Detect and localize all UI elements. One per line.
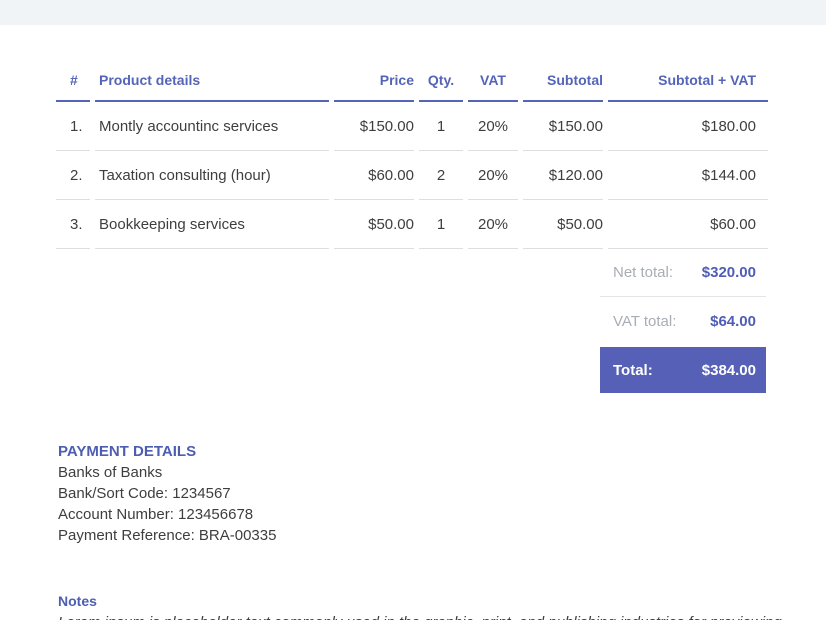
row-price: $150.00 xyxy=(334,102,414,151)
top-accent-bar xyxy=(0,0,826,25)
row-subtotal: $150.00 xyxy=(523,102,603,151)
row-product: Taxation consulting (hour) xyxy=(95,151,329,200)
table-row: 1. Montly accountinc services $150.00 1 … xyxy=(56,102,768,151)
payment-details-section: PAYMENT DETAILS Banks of Banks Bank/Sort… xyxy=(58,442,826,546)
row-subtotal-vat: $180.00 xyxy=(608,102,768,151)
row-qty: 1 xyxy=(419,200,463,249)
row-price: $60.00 xyxy=(334,151,414,200)
net-total-value: $320.00 xyxy=(702,264,756,281)
vat-total-label: VAT total: xyxy=(613,313,676,330)
column-header-price: Price xyxy=(334,60,414,102)
payment-details-heading: PAYMENT DETAILS xyxy=(58,442,826,462)
column-header-product: Product details xyxy=(95,60,329,102)
net-total-row: Net total: $320.00 xyxy=(600,249,766,297)
vat-total-value: $64.00 xyxy=(710,313,756,330)
table-row: 2. Taxation consulting (hour) $60.00 2 2… xyxy=(56,151,768,200)
payment-reference: Payment Reference: BRA-00335 xyxy=(58,525,826,546)
row-subtotal: $120.00 xyxy=(523,151,603,200)
grand-total-value: $384.00 xyxy=(702,362,756,379)
row-subtotal: $50.00 xyxy=(523,200,603,249)
invoice-items-table: # Product details Price Qty. VAT Subtota… xyxy=(51,60,773,249)
column-header-vat: VAT xyxy=(468,60,518,102)
row-subtotal-vat: $144.00 xyxy=(608,151,768,200)
column-header-subtotal: Subtotal xyxy=(523,60,603,102)
table-header-row: # Product details Price Qty. VAT Subtota… xyxy=(56,60,768,102)
row-subtotal-vat: $60.00 xyxy=(608,200,768,249)
row-number: 1. xyxy=(56,102,90,151)
row-price: $50.00 xyxy=(334,200,414,249)
totals-section: Net total: $320.00 VAT total: $64.00 Tot… xyxy=(600,249,766,393)
row-number: 3. xyxy=(56,200,90,249)
column-header-qty: Qty. xyxy=(419,60,463,102)
row-vat: 20% xyxy=(468,151,518,200)
row-product: Bookkeeping services xyxy=(95,200,329,249)
row-qty: 1 xyxy=(419,102,463,151)
column-header-number: # xyxy=(56,60,90,102)
grand-total-box: Total: $384.00 xyxy=(600,347,766,393)
row-qty: 2 xyxy=(419,151,463,200)
net-total-label: Net total: xyxy=(613,264,673,281)
vat-total-row: VAT total: $64.00 xyxy=(600,297,766,345)
notes-heading: Notes xyxy=(58,591,826,611)
column-header-subtotal-vat: Subtotal + VAT xyxy=(608,60,768,102)
notes-body-text: Lorem ipsum is placeholder text commonly… xyxy=(58,612,826,620)
row-number: 2. xyxy=(56,151,90,200)
payment-bank-name: Banks of Banks xyxy=(58,462,826,483)
notes-section: Notes Lorem ipsum is placeholder text co… xyxy=(58,591,826,620)
row-vat: 20% xyxy=(468,200,518,249)
grand-total-label: Total: xyxy=(613,362,653,379)
table-row: 3. Bookkeeping services $50.00 1 20% $50… xyxy=(56,200,768,249)
row-vat: 20% xyxy=(468,102,518,151)
payment-account-number: Account Number: 123456678 xyxy=(58,504,826,525)
row-product: Montly accountinc services xyxy=(95,102,329,151)
payment-sort-code: Bank/Sort Code: 1234567 xyxy=(58,483,826,504)
